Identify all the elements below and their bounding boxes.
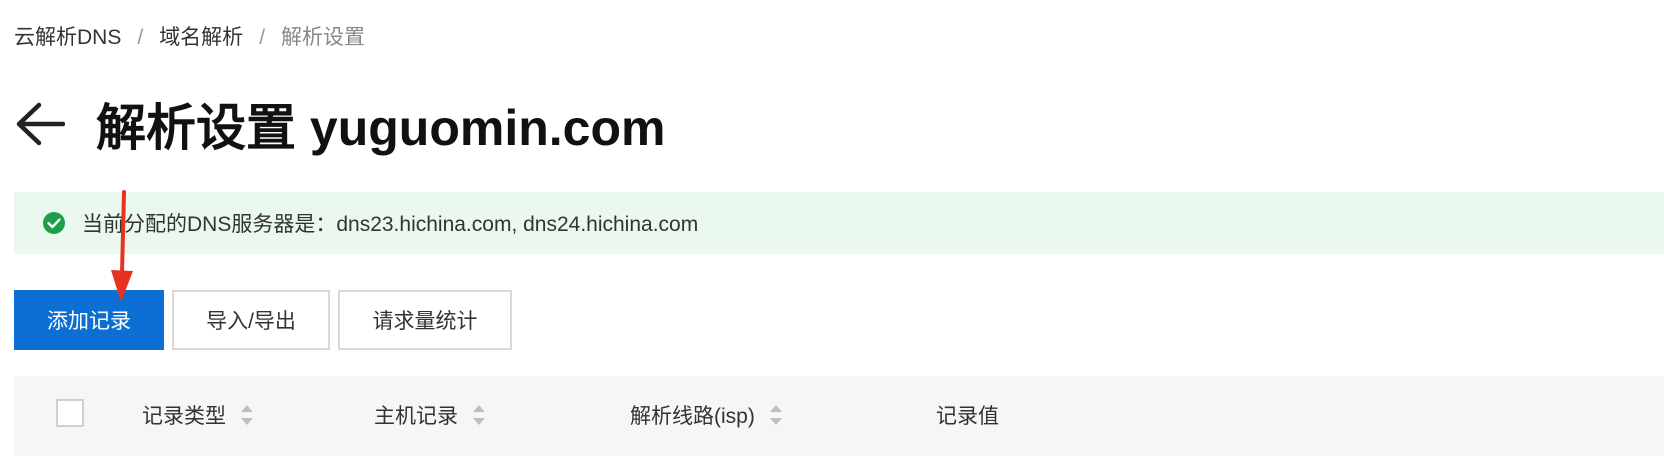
request-stats-button[interactable]: 请求量统计 <box>338 290 512 350</box>
page-header: 解析设置 yuguomin.com <box>14 92 665 156</box>
record-toolbar: 添加记录 导入/导出 请求量统计 <box>14 290 512 350</box>
column-header-record-type: 记录类型 <box>142 400 254 430</box>
breadcrumb-item-domain-resolution[interactable]: 域名解析 <box>159 24 243 52</box>
back-arrow-icon[interactable] <box>14 98 66 150</box>
breadcrumb-item-resolution-settings: 解析设置 <box>281 26 366 49</box>
sort-icon[interactable] <box>472 402 486 428</box>
sort-icon[interactable] <box>769 402 783 428</box>
breadcrumb-item-cloud-dns[interactable]: 云解析DNS <box>14 24 121 52</box>
records-table-header: 记录类型 主机记录 解析线路(isp) 记录值 <box>14 376 1664 456</box>
sort-icon[interactable] <box>240 402 254 428</box>
column-header-resolution-line: 解析线路(isp) <box>630 400 783 430</box>
breadcrumb: 云解析DNS / 域名解析 / 解析设置 <box>14 24 365 52</box>
column-header-record-value: 记录值 <box>936 400 999 430</box>
dns-server-notice-text: 当前分配的DNS服务器是：dns23.hichina.com, dns24.hi… <box>82 213 699 236</box>
breadcrumb-separator: / <box>137 26 144 49</box>
column-header-host-record: 主机记录 <box>374 400 486 430</box>
page-title: 解析设置 yuguomin.com <box>96 100 666 156</box>
column-header-label: 主机记录 <box>374 405 458 428</box>
column-header-label: 记录值 <box>936 405 999 428</box>
select-all-checkbox[interactable] <box>56 399 84 427</box>
page: 云解析DNS / 域名解析 / 解析设置 解析设置 yuguomin.com 当… <box>0 0 1664 470</box>
add-record-button[interactable]: 添加记录 <box>14 290 164 350</box>
check-circle-icon <box>42 211 66 235</box>
column-header-label: 记录类型 <box>142 405 226 428</box>
column-header-label: 解析线路(isp) <box>630 405 755 428</box>
breadcrumb-separator: / <box>259 26 266 49</box>
dns-server-notice: 当前分配的DNS服务器是：dns23.hichina.com, dns24.hi… <box>14 192 1664 254</box>
import-export-button[interactable]: 导入/导出 <box>172 290 330 350</box>
